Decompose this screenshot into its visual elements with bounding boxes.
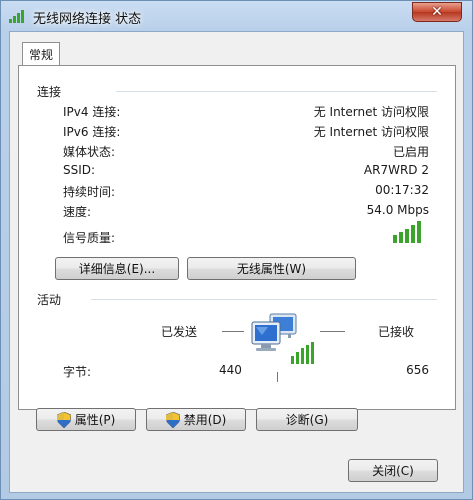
connection-group-label: 连接	[37, 85, 62, 99]
speed-label: 速度:	[63, 205, 92, 219]
wireless-properties-button[interactable]: 无线属性(W)	[187, 257, 356, 280]
general-tab-panel: 连接 IPv4 连接: 无 Internet 访问权限 IPv6 连接: 无 I…	[18, 65, 456, 410]
ipv4-label: IPv4 连接:	[63, 105, 121, 119]
properties-button-label: 属性(P)	[74, 413, 116, 427]
duration-value: 00:17:32	[375, 183, 429, 197]
ssid-value: AR7WRD 2	[363, 163, 429, 177]
sent-connector-line	[222, 331, 244, 332]
disable-button-label: 禁用(D)	[183, 413, 227, 427]
disable-button[interactable]: 禁用(D)	[146, 408, 246, 431]
media-state-label: 媒体状态:	[63, 145, 116, 159]
bytes-label: 字节:	[63, 365, 92, 379]
uac-shield-icon	[165, 411, 180, 428]
details-button[interactable]: 详细信息(E)...	[55, 257, 179, 280]
duration-label: 持续时间:	[63, 185, 116, 199]
sent-label: 已发送	[161, 325, 198, 339]
properties-button[interactable]: 属性(P)	[36, 408, 136, 431]
status-window: 无线网络连接 状态 ✕ 常规 连接 IPv4 连接: 无 Internet 访问…	[0, 0, 473, 500]
activity-divider	[91, 299, 437, 300]
speed-value: 54.0 Mbps	[366, 203, 429, 217]
ipv6-value: 无 Internet 访问权限	[313, 125, 429, 139]
window-close-button[interactable]: ✕	[412, 2, 462, 22]
activity-group-label: 活动	[37, 293, 62, 307]
close-icon: ✕	[431, 4, 443, 20]
connection-divider	[116, 91, 437, 92]
dialog-client: 常规 连接 IPv4 连接: 无 Internet 访问权限 IPv6 连接: …	[9, 31, 464, 493]
signal-strength-icon	[393, 221, 421, 243]
ssid-label: SSID:	[63, 163, 96, 177]
media-state-value: 已启用	[392, 145, 429, 159]
ipv4-value: 无 Internet 访问权限	[313, 105, 429, 119]
title-bar[interactable]: 无线网络连接 状态 ✕	[1, 1, 472, 31]
window-title: 无线网络连接 状态	[33, 12, 142, 27]
tab-general[interactable]: 常规	[22, 42, 60, 66]
ipv6-label: IPv6 连接:	[63, 125, 121, 139]
wireless-signal-icon	[9, 10, 24, 23]
uac-shield-icon	[56, 411, 71, 428]
bytes-sent-value: 440	[219, 363, 242, 377]
activity-signal-icon	[291, 342, 314, 364]
received-connector-line	[320, 331, 345, 332]
signal-quality-label: 信号质量:	[63, 231, 116, 245]
received-label: 已接收	[378, 325, 415, 339]
close-button[interactable]: 关闭(C)	[348, 459, 438, 482]
bytes-divider	[277, 372, 278, 382]
bytes-received-value: 656	[406, 363, 429, 377]
diagnose-button[interactable]: 诊断(G)	[256, 408, 358, 431]
